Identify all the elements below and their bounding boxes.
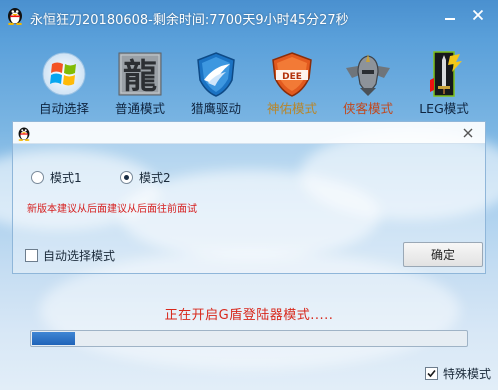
radio-mode1[interactable]: 模式1 xyxy=(31,169,82,185)
falcon-driver-tool[interactable]: 猎鹰驱动 xyxy=(176,48,256,118)
window-title: 永恒狂刀20180608-剩余时间:7700天9小时45分27秒 xyxy=(30,13,349,28)
checkmark-icon xyxy=(427,369,436,378)
svg-text:DEE: DEE xyxy=(282,72,302,82)
penguin-icon xyxy=(6,5,24,26)
auto-select-tool[interactable]: 自动选择 xyxy=(24,48,104,118)
mode-dialog: 模式1 模式2 新版本建议从后面建议从后面往前面试 自动选择模式 确定 xyxy=(12,121,486,274)
auto-select-mode-checkbox[interactable]: 自动选择模式 xyxy=(25,247,115,264)
knight-mode-tool[interactable]: 侠客模式 xyxy=(328,48,408,118)
radio-button[interactable] xyxy=(31,170,44,184)
close-button[interactable] xyxy=(466,4,490,26)
tool-label: LEG模式 xyxy=(419,101,469,116)
radio-label: 模式1 xyxy=(50,170,82,185)
mode-toolbar: 自动选择 龍 普通模式 猎鹰驱动 DEE 神佑模式 侠客模式 LEG模式 xyxy=(24,48,484,118)
windows-logo-icon xyxy=(40,50,88,98)
radio-button-selected[interactable] xyxy=(120,170,133,184)
shield-eagle-icon xyxy=(192,50,240,98)
penguin-icon xyxy=(17,125,31,141)
ok-button[interactable]: 确定 xyxy=(403,242,483,267)
minimize-button[interactable] xyxy=(438,4,462,26)
divine-mode-tool[interactable]: DEE 神佑模式 xyxy=(252,48,332,118)
special-mode-checkbox[interactable]: 特殊模式 xyxy=(425,365,491,382)
status-text: 正在开启G盾登陆器模式..... xyxy=(164,308,334,323)
minimize-icon xyxy=(445,18,455,20)
dialog-header xyxy=(13,122,485,144)
tool-label: 自动选择 xyxy=(38,101,89,116)
dee-shield-icon: DEE xyxy=(268,50,316,98)
tool-label: 普通模式 xyxy=(114,101,165,116)
leg-mode-tool[interactable]: LEG模式 xyxy=(404,48,484,118)
checkbox-label: 自动选择模式 xyxy=(43,249,116,263)
checkbox-checked[interactable] xyxy=(425,367,438,380)
tool-label: 侠客模式 xyxy=(342,101,393,116)
tool-label: 神佑模式 xyxy=(266,101,317,116)
winged-helmet-icon xyxy=(344,50,392,98)
version-notice: 新版本建议从后面建议从后面往前面试 xyxy=(27,204,197,215)
progress-fill xyxy=(32,332,75,345)
checkbox[interactable] xyxy=(25,249,38,262)
normal-mode-tool[interactable]: 龍 普通模式 xyxy=(100,48,180,118)
close-icon xyxy=(463,128,473,138)
radio-label: 模式2 xyxy=(139,170,171,185)
launcher-window: 永恒狂刀20180608-剩余时间:7700天9小时45分27秒 自动选择 龍 … xyxy=(0,0,498,390)
leg-sword-icon xyxy=(420,50,468,98)
dragon-glyph-icon: 龍 xyxy=(116,50,164,98)
dialog-close-button[interactable] xyxy=(459,124,477,142)
svg-text:龍: 龍 xyxy=(123,57,157,97)
progress-bar xyxy=(30,330,468,347)
radio-mode2[interactable]: 模式2 xyxy=(120,169,171,185)
title-bar[interactable]: 永恒狂刀20180608-剩余时间:7700天9小时45分27秒 xyxy=(0,0,498,32)
checkbox-label: 特殊模式 xyxy=(443,367,492,381)
tool-label: 猎鹰驱动 xyxy=(190,101,241,116)
close-icon xyxy=(472,9,484,21)
